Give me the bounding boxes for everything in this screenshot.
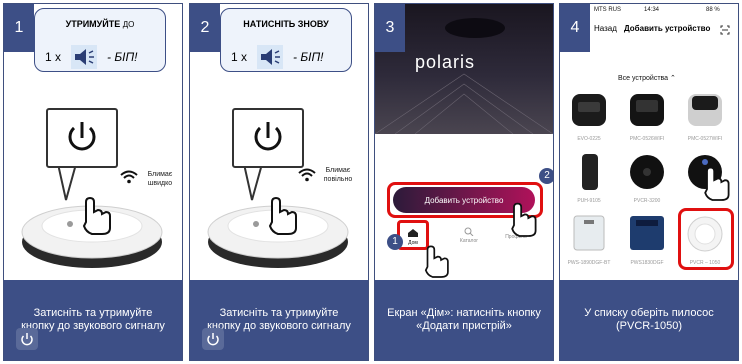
step-badge-2: 2 xyxy=(539,168,553,184)
power-icon xyxy=(254,122,282,151)
status-battery: 88 % xyxy=(706,7,720,13)
power-icon xyxy=(68,122,96,151)
beep-count: 1 x xyxy=(45,50,62,64)
device-item[interactable]: PWS1830DGF xyxy=(622,212,672,266)
wifi-icon xyxy=(298,168,316,182)
chevron-up-icon: ⌃ xyxy=(670,75,676,82)
instruction-callout: НАТИСНІТЬ ЗНОВУ 1 x - БІП! xyxy=(220,8,352,72)
step-caption: Затисніть та утримуйте кнопку до звуково… xyxy=(190,280,368,360)
back-button[interactable]: Назад xyxy=(594,24,617,33)
hand-pointer-icon xyxy=(424,245,449,278)
step-caption: Екран «Дім»: натисніть кнопку «Додати пр… xyxy=(375,280,553,360)
step-caption: У списку оберіть пилосос (PVCR-1050) xyxy=(560,280,738,360)
step-number: 3 xyxy=(375,4,405,52)
caption-text: Затисніть та утримуйте кнопку до звуково… xyxy=(207,307,351,332)
callout-title: УТРИМУЙТЕ xyxy=(65,19,121,29)
filter-dropdown[interactable]: Все устройства ⌃ xyxy=(618,74,676,82)
step-badge-1: 1 xyxy=(387,234,403,250)
search-plus-icon xyxy=(464,227,474,237)
device-item[interactable]: PUH-9105 xyxy=(564,150,614,204)
beep-count: 1 x xyxy=(231,50,248,64)
speaker-icon xyxy=(71,45,98,69)
wifi-icon xyxy=(120,170,138,184)
step-number: 4 xyxy=(560,4,590,52)
tab-label: Каталог xyxy=(459,238,479,244)
step-number: 2 xyxy=(190,4,220,52)
caption-text: Екран «Дім»: натисніть кнопку «Додати пр… xyxy=(387,307,541,332)
hand-pointer-icon xyxy=(704,166,730,201)
callout-title: НАТИСНІТЬ ЗНОВУ xyxy=(243,19,329,29)
hand-pointer-icon xyxy=(268,196,297,235)
tab-catalog[interactable]: Каталог xyxy=(457,226,481,244)
step-4-panel: MTS RUS 14:34 88 % Назад Добавить устрой… xyxy=(559,3,739,361)
power-button-callout xyxy=(46,108,118,168)
instruction-callout: УТРИМУЙТЕ ДО 1 x - БІП! xyxy=(34,8,166,72)
device-item[interactable]: PMC-0527WIFI xyxy=(680,88,730,142)
caption-text: Затисніть та утримуйте кнопку до звуково… xyxy=(21,307,165,332)
status-carrier: MTS RUS xyxy=(594,7,621,13)
indicator-text: Блимає швидко xyxy=(147,171,173,187)
hand-pointer-icon xyxy=(511,202,537,237)
screen-title: Добавить устройство xyxy=(624,24,711,33)
step-number: 1 xyxy=(4,4,34,52)
device-item[interactable]: PMC-0526WIFI xyxy=(622,88,672,142)
speaker-icon xyxy=(257,45,284,69)
power-icon-small xyxy=(16,328,38,350)
hand-pointer-icon xyxy=(82,196,111,235)
beep-text: - БІП! xyxy=(107,50,138,64)
device-item[interactable]: PWS-1890DGF-BT xyxy=(564,212,614,266)
power-button-callout xyxy=(232,108,304,168)
step-1-panel: 1 УТРИМУЙТЕ ДО 1 x - БІП! Блимає швидко xyxy=(3,3,183,361)
callout-title-suffix: ДО xyxy=(122,20,135,29)
indicator-text: Блимає повільно xyxy=(323,167,353,183)
status-time: 14:34 xyxy=(644,7,660,13)
caption-text: У списку оберіть пилосос (PVCR-1050) xyxy=(584,307,714,332)
step-3-panel: polaris Добавить устройство Дом Каталог … xyxy=(374,3,554,361)
scan-icon[interactable] xyxy=(720,25,730,35)
power-icon-small xyxy=(202,328,224,350)
step-2-panel: 2 НАТИСНІТЬ ЗНОВУ 1 x - БІП! Блимає пові… xyxy=(189,3,369,361)
device-item[interactable]: PVCR-3200 xyxy=(622,150,672,204)
brand-logo: polaris xyxy=(415,52,476,72)
device-item[interactable]: EVO-0225 xyxy=(564,88,614,142)
highlight-pvcr-1050 xyxy=(678,208,734,270)
beep-text: - БІП! xyxy=(293,50,324,64)
step-caption: Затисніть та утримуйте кнопку до звуково… xyxy=(4,280,182,360)
filter-label: Все устройства xyxy=(618,75,669,82)
